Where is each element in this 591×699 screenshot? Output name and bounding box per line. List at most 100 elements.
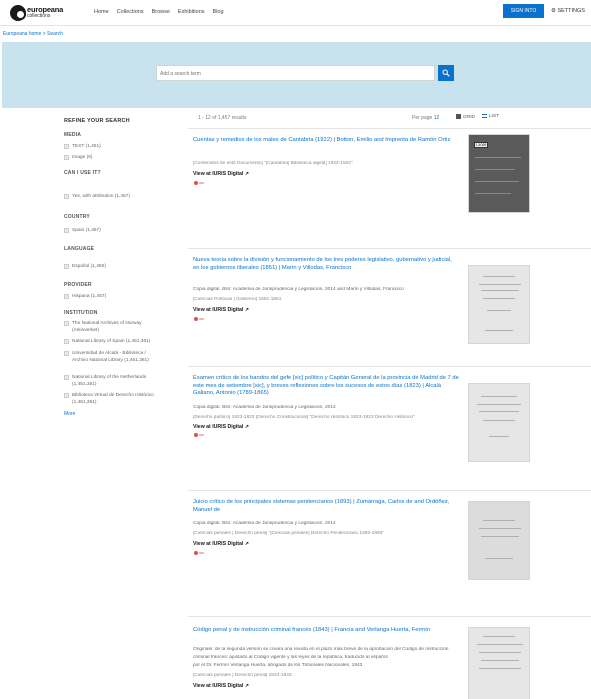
main-nav: Home Collections Browse Exhibitions Blog [94,9,224,15]
nav-blog[interactable]: Blog [213,9,224,15]
thumb-line [483,636,515,637]
refine-title: REFINE YOUR SEARCH [64,118,130,124]
result-meta: por el Dr. Fermín Verlanga Huerta, aboga… [193,663,363,668]
search-input[interactable] [160,69,430,78]
result-title[interactable]: Código penal y de instrucción criminal f… [193,627,459,635]
checkbox[interactable] [64,294,69,299]
europeana-logo[interactable]: europeana collections [10,5,68,21]
grid-label: GRID [463,115,475,120]
per-page[interactable]: Per page 12 [412,115,439,121]
per-page-value[interactable]: 12 [434,115,440,121]
facet-language: LANGUAGE [64,246,95,252]
result-item: Código penal y de instrucción criminal f… [188,616,591,699]
thumb-line [479,652,521,653]
result-thumbnail[interactable] [468,265,530,344]
per-page-label: Per page [412,115,433,121]
result-meta: [Contenidos de este Documento] "[Cantabr… [193,161,353,166]
view-at-label: View at IURIS Digital [193,171,244,177]
search-box [156,65,435,81]
result-title[interactable]: Nueva teoría sobre la división y funcion… [193,257,459,272]
list-label: LIST [489,114,500,119]
nav-collections[interactable]: Collections [117,9,144,15]
thumb-line [485,558,513,559]
view-at-label: View at IURIS Digital [193,683,244,689]
thumb-line [481,536,519,537]
view-at-link[interactable]: View at IURIS Digital ↗ [193,541,249,547]
result-meta: Copia digital. Bsn: Academia de Jurispru… [193,405,336,410]
view-at-link[interactable]: View at IURIS Digital ↗ [193,424,249,430]
result-meta: [Ciencias penales | Derecho penal] 1843-… [193,673,292,678]
thumb-line [477,404,521,405]
facet-institution: INSTITUTION [64,310,98,316]
checkbox[interactable] [64,155,69,160]
logo-icon [10,5,26,21]
thumb-line [479,528,521,529]
thumb-line [477,644,523,645]
list-view-button[interactable]: LIST [482,114,499,122]
result-thumbnail[interactable] [468,627,530,699]
result-title[interactable]: Cuentas y remedios de los males de Canta… [193,137,459,145]
grid-icon [456,114,461,119]
rights-icon [194,181,204,185]
thumb-line [475,157,521,158]
result-title[interactable]: Juicio crítico de los principales sistem… [193,499,459,514]
settings-button[interactable]: ⚙ SETTINGS [551,8,585,14]
result-meta: Copia digital. Bsn: Academia de Jurispru… [193,287,404,292]
checkbox[interactable] [64,144,69,149]
thumb-line [483,298,515,299]
nav-exhibitions[interactable]: Exhibitions [178,9,205,15]
top-header: europeana collections Home Collections B… [0,0,591,26]
facet-provider: PROVIDER [64,282,92,288]
result-meta: Originale: de la segunda versión se crea… [193,647,449,652]
thumb-line [483,420,515,421]
result-meta: [Ciencias Políticas | Gobierno] 1851-185… [193,297,282,302]
checkbox[interactable] [64,375,69,380]
logo-name: europeana [27,5,64,14]
checkbox[interactable] [64,264,69,269]
view-at-link[interactable]: View at IURIS Digital ↗ [193,683,249,689]
facet-country: COUNTRY [64,214,90,220]
thumb-line [489,436,509,437]
sign-in-button[interactable]: SIGN INTO [503,4,544,18]
thumb-line [479,668,521,669]
breadcrumb[interactable]: Europeana home > Search [3,31,63,37]
search-button[interactable] [438,65,454,81]
view-at-label: View at IURIS Digital [193,307,244,313]
nav-home[interactable]: Home [94,9,109,15]
thumb-line [481,396,517,397]
more-link[interactable]: More [64,411,75,417]
result-meta: Copia digital. Bsn: Academia de Jurispru… [193,521,336,526]
checkbox[interactable] [64,228,69,233]
result-thumbnail[interactable] [468,501,530,580]
thumb-line [475,193,511,194]
logo-sub: collections [27,13,51,19]
settings-label: SETTINGS [557,8,585,14]
result-item: Cuentas y remedios de los males de Canta… [188,128,591,248]
result-thumbnail[interactable] [468,383,530,462]
thumb-line [481,660,519,661]
view-at-link[interactable]: View at IURIS Digital ↗ [193,307,249,313]
view-at-link[interactable]: View at IURIS Digital ↗ [193,171,249,177]
result-title[interactable]: Examen crítico de los bandos del gefe [s… [193,375,459,398]
rights-icon [194,551,204,555]
checkbox[interactable] [64,194,69,199]
checkbox[interactable] [64,393,69,398]
facet-media: MEDIA [64,132,82,138]
result-meta: [Ciencias penales | Derecho penal] "[Cie… [193,531,385,536]
result-item: Examen crítico de los bandos del gefe [s… [188,366,591,490]
thumb-line [485,330,513,331]
nav-browse[interactable]: Browse [152,9,170,15]
thumb-line [483,520,515,521]
checkbox[interactable] [64,351,69,356]
facet-can-i-use: CAN I USE IT? [64,170,101,176]
thumb-line [483,276,515,277]
grid-view-button[interactable]: GRID [456,114,475,122]
result-thumbnail[interactable]: 1.4069 [468,134,530,213]
checkbox[interactable] [64,321,69,326]
checkbox[interactable] [64,339,69,344]
results-count: 1 - 12 of 1,457 results [198,115,247,121]
thumb-line [487,310,511,311]
thumb-line [479,284,521,285]
rights-icon [194,433,204,437]
thumb-line [475,169,515,170]
